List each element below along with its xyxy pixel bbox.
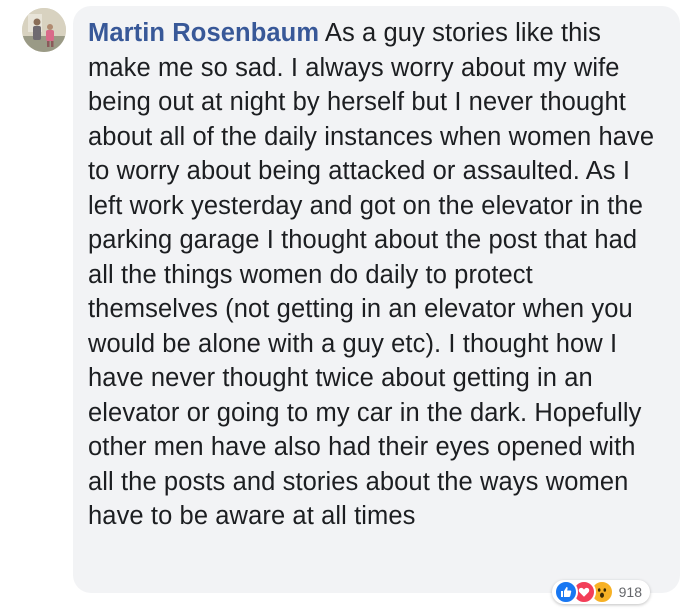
author-name-link[interactable]: Martin Rosenbaum xyxy=(88,19,319,47)
comment-body: As a guy stories like this make me so sa… xyxy=(88,19,655,530)
comment-text: Martin Rosenbaum As a guy stories like t… xyxy=(88,16,664,534)
comment: Martin Rosenbaum As a guy stories like t… xyxy=(0,0,700,613)
like-icon xyxy=(553,580,578,604)
avatar-photo-icon xyxy=(22,8,66,52)
reaction-count: 918 xyxy=(618,584,642,600)
reactions-summary[interactable]: 918 xyxy=(551,580,650,604)
avatar[interactable] xyxy=(22,8,66,52)
comment-bubble: Martin Rosenbaum As a guy stories like t… xyxy=(73,6,680,593)
